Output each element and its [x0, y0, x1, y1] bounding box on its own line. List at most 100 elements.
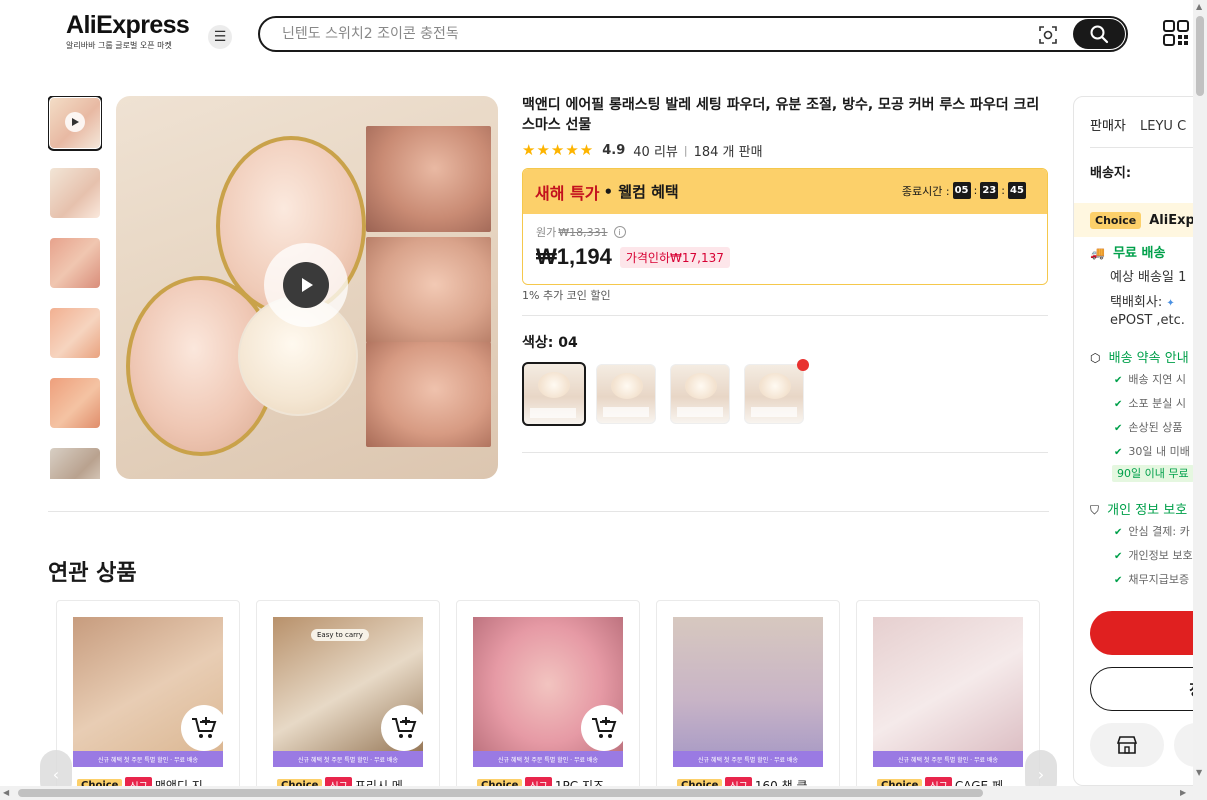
product-card[interactable]: 신규 혜택 첫 주문 특별 할인 · 무료 배송 Choice 신규 1PC 지…: [456, 600, 640, 800]
store-icon: [1117, 736, 1137, 754]
divider: [1090, 147, 1207, 148]
choice-badge: Choice: [1090, 211, 1142, 229]
color-swatch[interactable]: [670, 364, 730, 424]
promise-item: ✔ 배송 지연 시: [1114, 373, 1186, 386]
color-swatches: [522, 359, 818, 426]
free-shipping-label: 무료 배송: [1113, 246, 1166, 261]
scrollbar-thumb[interactable]: [1196, 16, 1204, 96]
thumbnail-image[interactable]: [50, 168, 100, 218]
delivery-promise-row[interactable]: ⬡ 배송 약속 안내: [1090, 347, 1189, 366]
vertical-scrollbar[interactable]: ▲ ▼: [1193, 0, 1207, 800]
privacy-item: ✔ 개인정보 보호: [1114, 549, 1193, 562]
check-icon: ✔: [1114, 551, 1123, 562]
promo-strip: 신규 혜택 첫 주문 특별 할인 · 무료 배송: [873, 751, 1023, 767]
thumbnail-image[interactable]: [50, 378, 100, 428]
logo-text: AliExpress: [66, 11, 190, 39]
promise-item: ✔ 손상된 상품: [1114, 421, 1183, 434]
model-face-image: [366, 126, 491, 232]
model-face-image: [366, 342, 491, 447]
privacy-item: ✔ 채무지급보증: [1114, 573, 1190, 586]
search-input[interactable]: [282, 24, 1022, 44]
delivery-promise-title: 배송 약속 안내: [1108, 351, 1189, 366]
scroll-down-icon[interactable]: ▼: [1196, 768, 1202, 777]
promo-strip: 신규 혜택 첫 주문 특별 할인 · 무료 배송: [73, 751, 223, 767]
seller-name[interactable]: LEYU C: [1140, 119, 1186, 134]
courier-names: ePOST ,etc.: [1110, 313, 1185, 328]
scroll-right-icon[interactable]: ▶: [1180, 788, 1186, 797]
add-to-cart-button[interactable]: [181, 705, 227, 751]
privacy-item: ✔ 안심 결제: 카: [1114, 525, 1190, 538]
coin-discount-note: 1% 추가 코인 할인: [522, 289, 611, 302]
truck-icon: 🚚: [1090, 246, 1105, 260]
deal-header: 새해 특가 • 웰컴 혜택 종료시간 : 05: 23: 45: [523, 169, 1047, 214]
add-to-cart-button[interactable]: [381, 705, 427, 751]
play-icon: [283, 262, 329, 308]
check-icon: ✔: [1114, 423, 1123, 434]
purchase-panel: 판매자 LEYU C 배송지: Choice AliExpr 🚚 무료 배송 예…: [1073, 96, 1207, 786]
video-play-button[interactable]: [264, 243, 348, 327]
cart-plus-icon: [592, 717, 617, 738]
thumbnail-image[interactable]: [50, 238, 100, 288]
product-title: 맥앤디 에어필 롱래스팅 발레 세팅 파우더, 유분 조절, 방수, 모공 커버…: [522, 97, 1040, 133]
product-card[interactable]: 신규 혜택 첫 주문 특별 할인 · 무료 배송 Choice 신규 CAGE …: [856, 600, 1040, 800]
scroll-up-icon[interactable]: ▲: [1196, 2, 1202, 11]
check-icon: ✔: [1114, 575, 1123, 586]
color-label: 색상: 04: [522, 335, 578, 351]
info-icon[interactable]: i: [613, 226, 626, 238]
thumbnail-video[interactable]: [48, 96, 102, 151]
add-to-cart-panel-button[interactable]: 장: [1090, 667, 1207, 711]
store-button[interactable]: [1090, 723, 1164, 767]
thumbnail-list: [48, 96, 102, 479]
rating-row: ★★★★★ 4.9 40 리뷰 | 184 개 판매: [522, 141, 763, 160]
package-icon: ⬡: [1090, 351, 1101, 365]
check-icon: ✔: [1114, 527, 1123, 538]
promise-item: ✔ 30일 내 미배: [1114, 445, 1190, 458]
menu-icon[interactable]: ☰: [208, 25, 232, 49]
scroll-left-icon[interactable]: ◀: [3, 788, 9, 797]
privacy-row[interactable]: ⛉ 개인 정보 보호: [1090, 499, 1187, 518]
main-product-image[interactable]: [116, 96, 498, 479]
cart-plus-icon: [192, 717, 217, 738]
qr-code-icon[interactable]: [1163, 20, 1189, 46]
search-button[interactable]: [1073, 19, 1125, 49]
horizontal-scrollbar[interactable]: ◀ ▶: [0, 786, 1193, 800]
timer-label: 종료시간 :: [901, 184, 950, 198]
aliexpress-logo[interactable]: AliExpress 알리바바 그룹 글로벌 오픈 마켓: [66, 11, 190, 51]
promo-strip: 신규 혜택 첫 주문 특별 할인 · 무료 배송: [673, 751, 823, 767]
countdown-timer: 종료시간 : 05: 23: 45: [902, 182, 1029, 199]
deal-subtitle: • 웰컴 혜택: [603, 183, 679, 201]
search-icon: [1090, 25, 1109, 44]
promise-pill: 90일 이내 무료: [1112, 465, 1194, 482]
model-face-image: [366, 237, 491, 343]
easy-to-carry-label: Easy to carry: [311, 629, 369, 641]
divider: [522, 315, 1048, 316]
estimated-delivery: 예상 배송일 1: [1110, 270, 1187, 285]
product-card[interactable]: Easy to carry 신규 혜택 첫 주문 특별 할인 · 무료 배송 C…: [256, 600, 440, 800]
timer-hours: 05: [952, 182, 971, 199]
image-search-icon[interactable]: [1038, 25, 1058, 45]
courier-logo-icon: ✦: [1166, 298, 1175, 309]
add-to-cart-button[interactable]: [581, 705, 627, 751]
check-icon: ✔: [1114, 399, 1123, 410]
privacy-title: 개인 정보 보호: [1107, 503, 1188, 518]
ship-to-label[interactable]: 배송지:: [1090, 162, 1131, 181]
seller-row: 판매자 LEYU C: [1090, 115, 1186, 134]
color-swatch[interactable]: [596, 364, 656, 424]
review-count-link[interactable]: 40 리뷰: [633, 141, 678, 160]
original-price: ₩18,331: [558, 225, 608, 239]
timer-minutes: 23: [980, 182, 999, 199]
thumbnail-image[interactable]: [50, 308, 100, 358]
product-card[interactable]: 신규 혜택 첫 주문 특별 할인 · 무료 배송 Choice 신규 맥앤디 지: [56, 600, 240, 800]
thumbnail-image[interactable]: [50, 448, 100, 479]
product-card[interactable]: 신규 혜택 첫 주문 특별 할인 · 무료 배송 Choice 신규 160 책…: [656, 600, 840, 800]
timer-seconds: 45: [1008, 182, 1026, 199]
check-icon: ✔: [1114, 447, 1123, 458]
divider: [48, 511, 1049, 512]
sold-count: 184 개 판매: [693, 144, 763, 160]
color-swatch[interactable]: [744, 359, 809, 424]
color-swatch-selected[interactable]: [522, 362, 586, 426]
original-price-label: 원가: [536, 226, 557, 239]
scrollbar-thumb[interactable]: [18, 789, 983, 797]
buy-now-button[interactable]: [1090, 611, 1207, 655]
price-row: ₩1,194 가격인하₩17,137: [536, 244, 1034, 270]
